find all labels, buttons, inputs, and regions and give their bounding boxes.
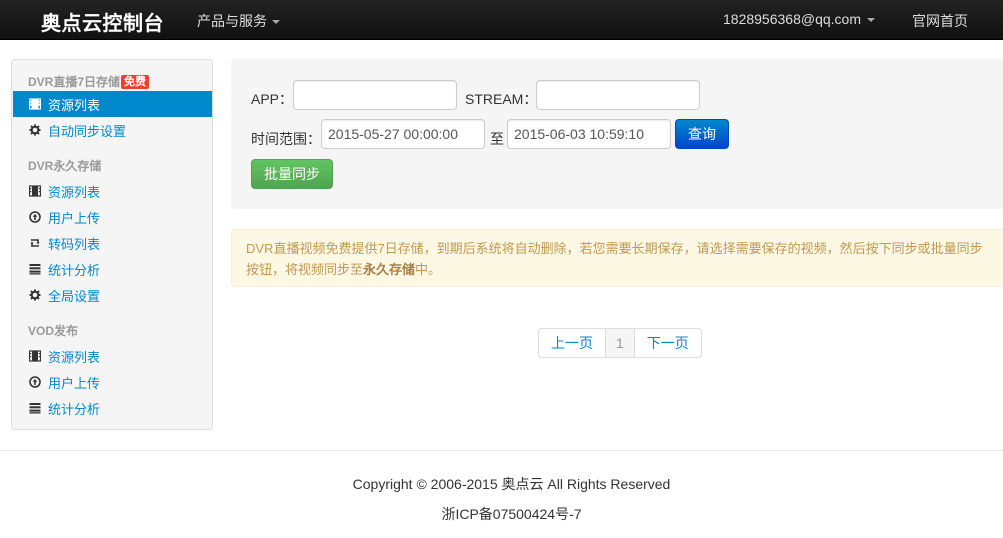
sidebar-item-vod-resources[interactable]: 资源列表: [13, 343, 212, 369]
current-page: 1: [606, 329, 635, 357]
sidebar-item-dvr-statistics[interactable]: 统计分析: [13, 256, 212, 282]
sidebar-item-label: 转码列表: [48, 236, 101, 252]
sidebar-item-dvr-resources[interactable]: 资源列表: [13, 178, 212, 204]
gear-icon: [29, 124, 41, 136]
batch-sync-button[interactable]: 批量同步: [251, 159, 333, 189]
caret-down-icon: [866, 17, 875, 22]
sidebar-item-auto-sync-settings[interactable]: 自动同步设置: [13, 117, 212, 143]
brand-title[interactable]: 奥点云控制台: [41, 7, 164, 36]
sidebar-header-vod: VOD发布: [28, 324, 79, 338]
free-badge: 免费: [121, 75, 150, 89]
app-input[interactable]: [293, 80, 457, 110]
query-button[interactable]: 查询: [675, 119, 729, 149]
sidebar-item-dvr-user-upload[interactable]: 用户上传: [13, 204, 212, 230]
sidebar-item-label: 资源列表: [48, 97, 101, 113]
film-icon: [29, 98, 41, 110]
time-range-label: 时间范围：: [251, 131, 321, 147]
user-menu[interactable]: 1828956368@qq.com: [723, 11, 875, 27]
list-icon: [29, 402, 41, 414]
sidebar-item-label: 资源列表: [48, 184, 101, 200]
sidebar-item-vod-statistics[interactable]: 统计分析: [13, 395, 212, 421]
to-label: 至: [490, 131, 504, 147]
sidebar-item-label: 统计分析: [48, 401, 101, 417]
film-icon: [29, 350, 41, 362]
next-page-button[interactable]: 下一页: [635, 329, 701, 357]
start-time-input[interactable]: [321, 119, 485, 149]
pagination: 上一页 1 下一页: [538, 328, 702, 358]
sidebar-header-label: DVR直播7日存储: [28, 75, 121, 89]
sidebar-item-vod-user-upload[interactable]: 用户上传: [13, 369, 212, 395]
upload-circle-icon: [29, 211, 41, 223]
caret-down-icon: [272, 19, 280, 24]
user-email: 1828956368@qq.com: [723, 11, 861, 27]
stream-label: STREAM：: [465, 91, 538, 107]
home-link[interactable]: 官网首页: [912, 11, 968, 31]
gear-icon: [29, 289, 41, 301]
alert-text-end: 中。: [415, 262, 442, 277]
products-menu-label: 产品与服务: [197, 13, 267, 29]
sidebar-header-dvr-7day: DVR直播7日存储 免费: [28, 73, 150, 90]
stream-input[interactable]: [536, 80, 700, 110]
products-menu[interactable]: 产品与服务: [197, 11, 280, 31]
sidebar-item-label: 用户上传: [48, 375, 101, 391]
app-label: APP：: [251, 91, 294, 107]
sidebar-item-label: 用户上传: [48, 210, 101, 226]
footer-divider: [0, 450, 1003, 451]
sidebar-item-label: 统计分析: [48, 262, 101, 278]
upload-circle-icon: [29, 376, 41, 388]
sidebar-item-label: 全局设置: [48, 288, 101, 304]
sidebar-item-label: 资源列表: [48, 349, 101, 365]
sidebar-item-transcode-list[interactable]: 转码列表: [13, 230, 212, 256]
sidebar-header-dvr-permanent: DVR永久存储: [28, 159, 102, 173]
film-icon: [29, 185, 41, 197]
sidebar-item-label: 自动同步设置: [48, 123, 127, 139]
end-time-input[interactable]: [507, 119, 671, 149]
sidebar-item-dvr7-resources[interactable]: 资源列表: [13, 91, 212, 117]
copyright-text: Copyright © 2006-2015 奥点云 All Rights Res…: [352, 476, 671, 492]
alert-text: DVR直播视频免费提供7日存储，到期后系统将自动删除，若您需要长期保存，请选择需…: [246, 241, 983, 277]
sidebar-item-global-settings[interactable]: 全局设置: [13, 282, 212, 308]
icp-text: 浙ICP备07500424号-7: [441, 506, 582, 522]
prev-page-button[interactable]: 上一页: [539, 329, 606, 357]
info-alert: DVR直播视频免费提供7日存储，到期后系统将自动删除，若您需要长期保存，请选择需…: [231, 229, 1003, 287]
alert-bold-text: 永久存储: [363, 262, 416, 277]
sidebar: DVR直播7日存储 免费 资源列表 自动同步设置 DVR永久存储 资源列表 用户上…: [11, 59, 213, 430]
retweet-icon: [29, 237, 41, 249]
list-icon: [29, 263, 41, 275]
top-navbar: 奥点云控制台 产品与服务 1828956368@qq.com 官网首页: [0, 0, 1003, 40]
